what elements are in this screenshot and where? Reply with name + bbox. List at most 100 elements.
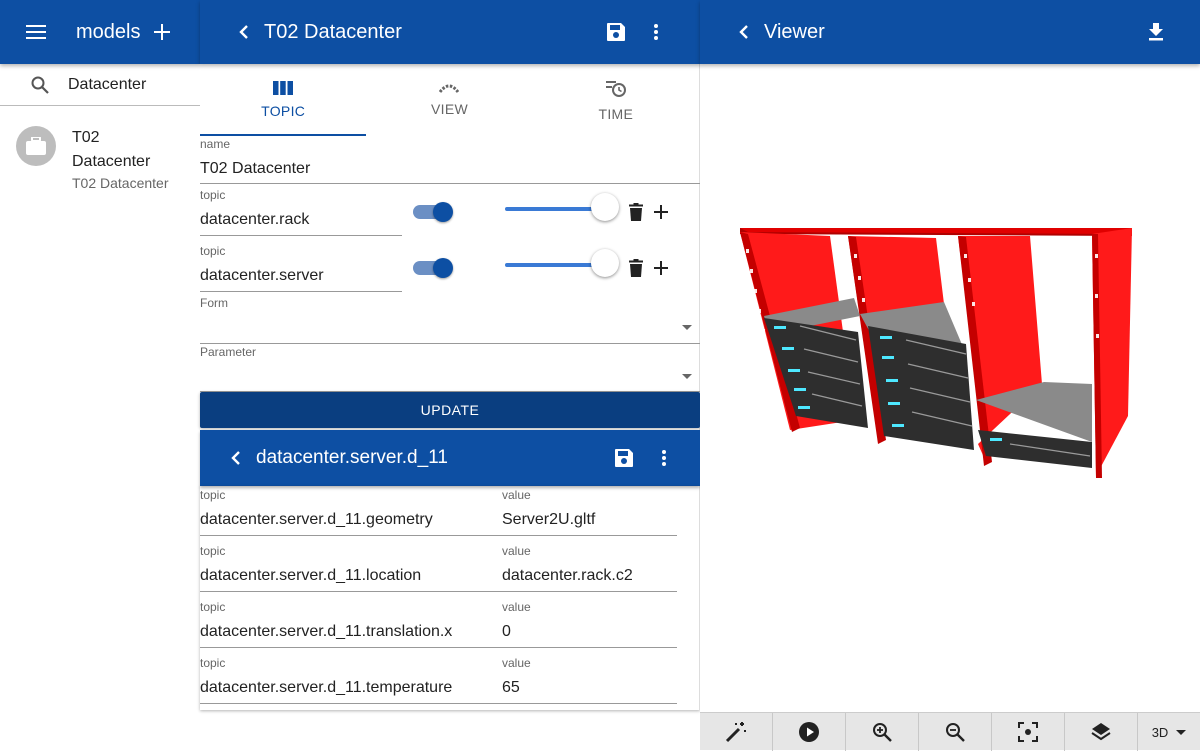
topic-field[interactable]: topic datacenter.rack bbox=[200, 188, 402, 236]
topic-field[interactable]: topic datacenter.server.d_11.translation… bbox=[200, 600, 500, 648]
view-mode-value: 3D bbox=[1151, 724, 1169, 740]
datacenter-3d-scene[interactable] bbox=[700, 64, 1200, 712]
slider-thumb[interactable] bbox=[591, 249, 619, 277]
tab-view-label: VIEW bbox=[431, 101, 468, 117]
view-mode-select[interactable]: 3D bbox=[1138, 713, 1200, 751]
value-label: value bbox=[502, 600, 531, 614]
parameter-label: Parameter bbox=[200, 345, 257, 359]
tab-time[interactable]: TIME bbox=[533, 64, 699, 136]
topic-value: datacenter.rack bbox=[200, 211, 310, 228]
download-icon[interactable] bbox=[1140, 16, 1172, 48]
value-field[interactable]: value 65 bbox=[500, 656, 677, 704]
tab-topic-label: TOPIC bbox=[261, 103, 306, 119]
models-app-bar: models bbox=[0, 0, 200, 64]
more-vert-icon[interactable] bbox=[650, 444, 678, 472]
list-item: topic datacenter.server.d_11.translation… bbox=[200, 598, 700, 654]
model-editor-app-bar: T02 Datacenter bbox=[200, 0, 700, 64]
model-title-line1: T02 bbox=[72, 129, 100, 146]
value-field[interactable]: value datacenter.rack.c2 bbox=[500, 544, 677, 592]
tab-view[interactable]: VIEW bbox=[366, 64, 532, 136]
slider-thumb[interactable] bbox=[591, 193, 619, 221]
topic-visibility-toggle[interactable] bbox=[413, 258, 453, 278]
value-field[interactable]: value Server2U.gltf bbox=[500, 488, 677, 536]
back-icon[interactable] bbox=[228, 16, 260, 48]
delete-icon[interactable] bbox=[626, 256, 646, 280]
topic-label: topic bbox=[200, 488, 226, 502]
value-field[interactable]: value 0 bbox=[500, 600, 677, 648]
tab-topic[interactable]: TOPIC bbox=[200, 64, 367, 136]
center-focus-icon bbox=[1018, 722, 1038, 742]
fit-view-button[interactable] bbox=[992, 713, 1065, 751]
save-icon[interactable] bbox=[600, 16, 632, 48]
play-button[interactable] bbox=[773, 713, 846, 751]
models-panel: T02 Datacenter T02 Datacenter bbox=[0, 64, 200, 750]
menu-icon[interactable] bbox=[18, 14, 54, 50]
zoom-in-button[interactable] bbox=[846, 713, 919, 751]
value-label: value bbox=[502, 656, 531, 670]
viewer-panel: 3D bbox=[700, 64, 1200, 751]
topic-opacity-slider[interactable] bbox=[505, 249, 619, 277]
back-icon[interactable] bbox=[222, 444, 250, 472]
back-icon[interactable] bbox=[728, 16, 760, 48]
topic-field[interactable]: topic datacenter.server.d_11.geometry bbox=[200, 488, 500, 536]
search-input[interactable] bbox=[68, 75, 188, 94]
add-icon[interactable] bbox=[650, 256, 672, 280]
add-icon[interactable] bbox=[650, 200, 672, 224]
magic-wand-icon bbox=[725, 722, 746, 743]
update-button[interactable]: UPDATE bbox=[200, 392, 700, 428]
zoom-out-icon bbox=[946, 723, 965, 742]
avatar bbox=[16, 126, 56, 166]
topic-label: topic bbox=[200, 244, 226, 258]
value-label: value bbox=[502, 544, 531, 558]
model-title: T02 Datacenter bbox=[264, 20, 402, 43]
topic-label: topic bbox=[200, 600, 226, 614]
topic-field[interactable]: topic datacenter.server.d_11.location bbox=[200, 544, 500, 592]
list-item: topic datacenter.server.d_11.location va… bbox=[200, 542, 700, 598]
value-value: 0 bbox=[502, 623, 511, 640]
delete-icon[interactable] bbox=[626, 200, 646, 224]
name-field[interactable]: name T02 Datacenter bbox=[200, 136, 700, 184]
layers-button[interactable] bbox=[1065, 713, 1138, 751]
tab-time-label: TIME bbox=[598, 106, 634, 122]
dropdown-arrow-icon bbox=[682, 374, 692, 379]
parameter-select[interactable]: Parameter bbox=[200, 344, 700, 392]
topic-field[interactable]: topic datacenter.server bbox=[200, 244, 402, 292]
editor-tabs: TOPIC VIEW TIME bbox=[200, 64, 699, 136]
more-vert-icon[interactable] bbox=[640, 16, 672, 48]
zoom-out-button[interactable] bbox=[919, 713, 992, 751]
sub-editor-title: datacenter.server.d_11 bbox=[256, 447, 448, 468]
sub-editor-bar: datacenter.server.d_11 bbox=[200, 430, 700, 486]
name-label: name bbox=[200, 137, 231, 151]
topic-value: datacenter.server bbox=[200, 267, 324, 284]
topic-field[interactable]: topic datacenter.server.d_11.temperature bbox=[200, 656, 500, 704]
topic-opacity-slider[interactable] bbox=[505, 193, 619, 221]
topic-label: topic bbox=[200, 656, 226, 670]
value-value: datacenter.rack.c2 bbox=[502, 567, 633, 584]
form-select[interactable]: Form bbox=[200, 296, 700, 344]
topic-value: datacenter.server.d_11.temperature bbox=[200, 679, 453, 696]
value-value: Server2U.gltf bbox=[502, 511, 596, 528]
layers-icon bbox=[1091, 723, 1111, 741]
model-list-item[interactable]: T02 Datacenter T02 Datacenter bbox=[0, 106, 200, 192]
dropdown-arrow-icon bbox=[682, 325, 692, 330]
search-icon bbox=[28, 73, 52, 97]
topic-visibility-toggle[interactable] bbox=[413, 202, 453, 222]
models-title: models bbox=[76, 20, 141, 43]
viewer-title: Viewer bbox=[764, 20, 825, 43]
search-bar bbox=[0, 64, 200, 106]
list-item: topic datacenter.server.d_11.geometry va… bbox=[200, 486, 700, 542]
topic-label: topic bbox=[200, 544, 226, 558]
magic-wand-button[interactable] bbox=[700, 713, 773, 751]
model-subtitle: T02 Datacenter bbox=[72, 175, 169, 191]
history-icon bbox=[605, 81, 626, 97]
topic-value: datacenter.server.d_11.geometry bbox=[200, 511, 433, 528]
topic-value: datacenter.server.d_11.translation.x bbox=[200, 623, 453, 640]
columns-icon bbox=[273, 81, 294, 95]
add-model-icon[interactable] bbox=[146, 16, 178, 48]
save-icon[interactable] bbox=[610, 444, 638, 472]
topic-value: datacenter.server.d_11.location bbox=[200, 567, 422, 584]
form-label: Form bbox=[200, 296, 228, 310]
topic-label: topic bbox=[200, 188, 226, 202]
briefcase-icon bbox=[26, 137, 46, 155]
list-item: topic datacenter.server.d_11.temperature… bbox=[200, 654, 700, 710]
